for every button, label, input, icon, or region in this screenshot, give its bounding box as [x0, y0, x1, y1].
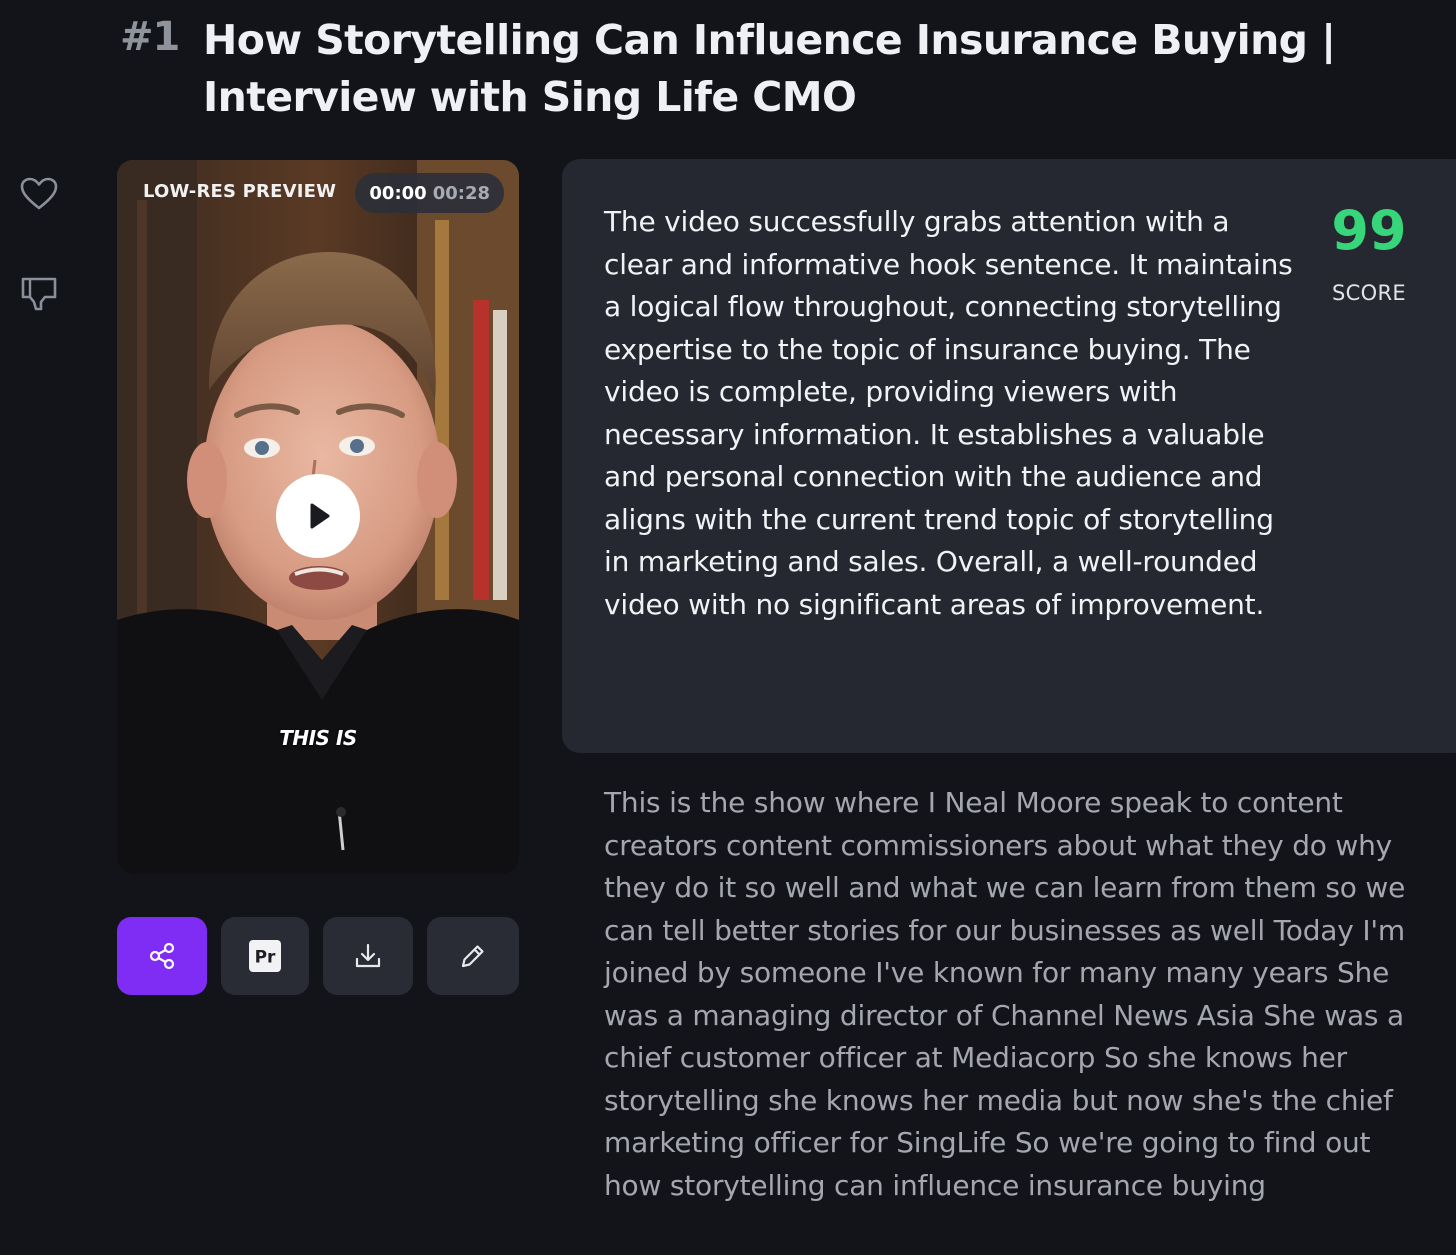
analysis-text: The video successfully grabs attention w…: [604, 205, 1293, 621]
edit-button[interactable]: [427, 917, 519, 995]
time-display: 00:00 00:28: [355, 173, 504, 213]
video-preview[interactable]: LOW-RES PREVIEW 00:00 00:28 THIS IS: [117, 160, 519, 874]
preview-label: LOW-RES PREVIEW: [143, 181, 337, 202]
premiere-pro-icon: Pr: [249, 940, 281, 972]
total-duration: 00:28: [432, 182, 490, 204]
heart-icon: [20, 177, 58, 210]
video-title: How Storytelling Can Influence Insurance…: [203, 16, 1336, 121]
thumbs-down-icon: [21, 277, 57, 311]
edit-pencil-icon: [461, 945, 484, 968]
analysis-card: The video successfully grabs attention w…: [562, 159, 1456, 753]
download-icon: [355, 943, 381, 968]
transcript-text: This is the show where I Neal Moore spea…: [604, 786, 1406, 1202]
premiere-pro-button[interactable]: Pr: [221, 917, 309, 995]
page: #1 How Storytelling Can Influence Insura…: [0, 0, 1456, 1255]
rank-number: #1: [120, 14, 180, 60]
svg-text:Pr: Pr: [255, 948, 276, 968]
play-button[interactable]: [276, 474, 360, 558]
share-button[interactable]: [117, 917, 207, 995]
current-time: 00:00: [369, 182, 427, 204]
score-label: SCORE: [1332, 281, 1406, 305]
download-button[interactable]: [323, 917, 413, 995]
video-caption: THIS IS: [279, 726, 357, 750]
share-icon: [149, 942, 175, 970]
dislike-button[interactable]: [18, 274, 60, 314]
like-button[interactable]: [18, 174, 60, 214]
play-icon: [310, 503, 330, 529]
score-value: 99: [1331, 199, 1407, 262]
